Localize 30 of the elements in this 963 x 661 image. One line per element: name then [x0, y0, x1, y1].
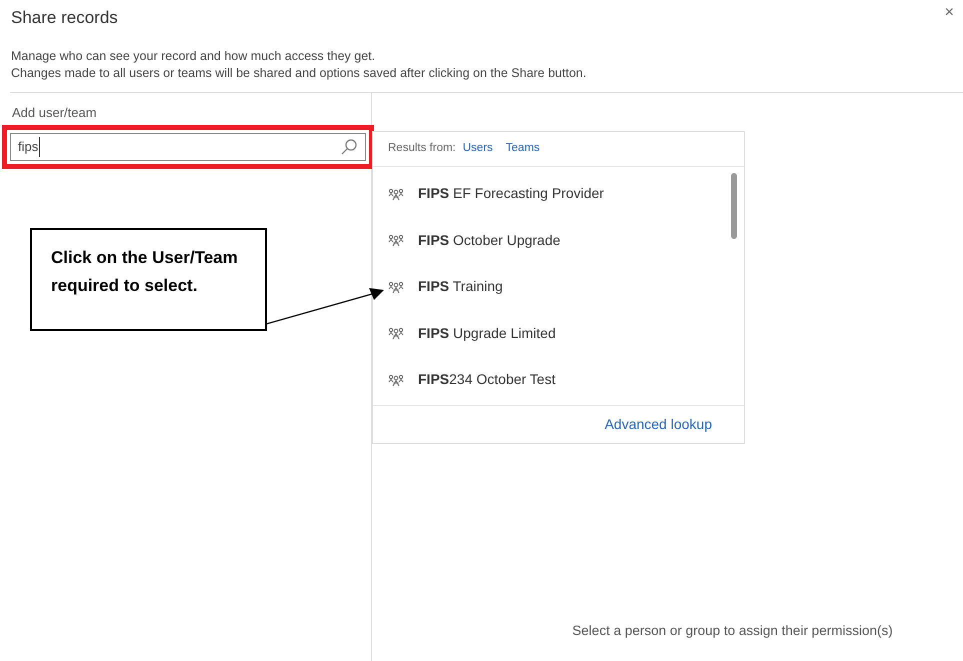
field-label: Add user/team	[12, 104, 98, 122]
result-name: FIPS October Upgrade	[418, 230, 560, 250]
team-icon	[388, 326, 404, 340]
permissions-hint: Select a person or group to assign their permission(s)	[572, 622, 893, 640]
result-name: FIPS EF Forecasting Provider	[418, 184, 604, 204]
result-item[interactable]: FIPS Training	[373, 264, 744, 310]
team-icon	[388, 233, 404, 248]
search-value: fips	[18, 137, 40, 157]
description-text: Manage who can see your record and how much access they get.	[11, 48, 376, 64]
result-item[interactable]: FIPS EF Forecasting Provider	[373, 170, 744, 217]
advanced-lookup-link[interactable]: Advanced lookup	[604, 414, 712, 434]
result-name: FIPS234 October Test	[418, 370, 556, 390]
result-item[interactable]: FIPS Upgrade Limited	[373, 310, 744, 356]
close-button[interactable]: ×	[944, 5, 954, 21]
filter-link[interactable]: Teams	[506, 140, 540, 158]
description-text: Changes made to all users or teams will be shared and options saved after clicking on the Share button.	[11, 64, 588, 82]
filter-link[interactable]: Users	[462, 140, 493, 158]
search-field[interactable]: fips	[10, 133, 366, 161]
search-icon	[340, 138, 358, 156]
result-item[interactable]: FIPS October Upgrade	[373, 217, 744, 264]
dialog-title: Share records	[11, 7, 118, 29]
team-icon	[388, 186, 404, 201]
result-item[interactable]: FIPS234 October Test	[373, 356, 744, 403]
scrollbar-thumb[interactable]	[731, 172, 737, 238]
callout-text: Click on the User/Team required to select.	[51, 247, 239, 297]
result-name: FIPS Training	[418, 277, 503, 296]
results-label: Results from:	[388, 140, 456, 156]
team-icon	[388, 372, 404, 387]
team-icon	[388, 280, 404, 294]
result-name: FIPS Upgrade Limited	[418, 324, 556, 343]
